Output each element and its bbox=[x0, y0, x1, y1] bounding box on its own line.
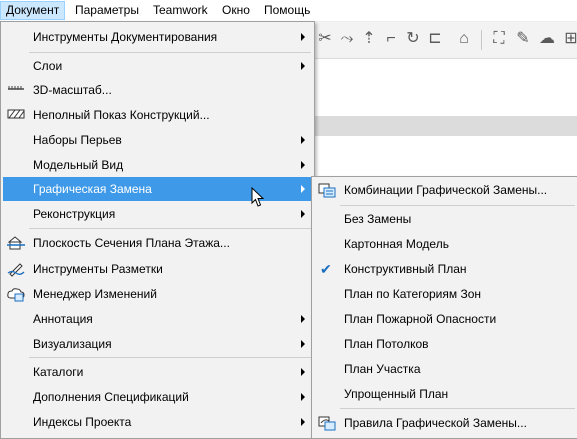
menu-item-partial-structure-display[interactable]: Неполный Показ Конструкций... bbox=[3, 103, 312, 127]
elevate-icon[interactable]: ⇡ bbox=[358, 28, 380, 50]
submenu-arrow-icon bbox=[301, 418, 305, 426]
menu-item-label: Инструменты Разметки bbox=[33, 262, 163, 276]
menu-item-label: План Потолков bbox=[344, 337, 429, 351]
menu-item-pen-sets[interactable]: Наборы Перьев bbox=[3, 128, 312, 152]
3d-scale-icon bbox=[8, 86, 24, 90]
menu-item-renovation[interactable]: Реконструкция bbox=[3, 202, 312, 226]
submenu-item-site-plan[interactable]: План Участка bbox=[314, 357, 576, 381]
menu-item-floor-plan-cut-plane[interactable]: Плоскость Сечения Плана Этажа... bbox=[3, 231, 312, 255]
menu-item-catalogs[interactable]: Каталоги bbox=[3, 360, 312, 384]
menu-item-documentation-tools[interactable]: Инструменты Документирования bbox=[3, 25, 312, 49]
submenu-arrow-icon bbox=[301, 368, 305, 376]
menu-item-label: Упрощенный План bbox=[344, 387, 449, 401]
menu-document[interactable]: Документ bbox=[0, 1, 66, 20]
menu-item-label: Наборы Перьев bbox=[33, 133, 122, 147]
menu-teamwork[interactable]: Teamwork bbox=[148, 2, 213, 19]
submenu-item-override-combinations[interactable]: Комбинации Графической Замены... bbox=[314, 178, 576, 202]
menu-item-label: Реконструкция bbox=[33, 207, 116, 221]
toolbar-separator bbox=[481, 30, 482, 50]
submenu-arrow-icon bbox=[301, 393, 305, 401]
menu-item-layers[interactable]: Слои bbox=[3, 54, 312, 78]
menu-separator bbox=[29, 357, 311, 358]
submenu-arrow-icon bbox=[301, 33, 305, 41]
menu-parameters[interactable]: Параметры bbox=[70, 2, 144, 19]
menu-item-label: Индексы Проекта bbox=[33, 415, 132, 429]
menu-item-label: Картонная Модель bbox=[344, 237, 449, 251]
markup-pen-icon bbox=[7, 263, 25, 277]
menu-item-label: Слои bbox=[33, 59, 63, 73]
menu-item-label: Менеджер Изменений bbox=[33, 287, 157, 301]
submenu-arrow-icon bbox=[301, 315, 305, 323]
menu-item-label: Визуализация bbox=[33, 337, 112, 351]
submenu-item-override-rules[interactable]: Правила Графической Замены... bbox=[314, 411, 576, 435]
menu-item-label: Графическая Замена bbox=[33, 182, 152, 196]
submenu-item-simplified-plan[interactable]: Упрощенный План bbox=[314, 382, 576, 406]
menu-item-label: 3D-масштаб... bbox=[33, 83, 112, 97]
select-icon[interactable]: ⛶ bbox=[488, 28, 510, 50]
submenu-item-cardboard-model[interactable]: Картонная Модель bbox=[314, 232, 576, 256]
checkmark-icon: ✔ bbox=[320, 261, 332, 277]
submenu-arrow-icon bbox=[301, 136, 305, 144]
menu-item-label: План Пожарной Опасности bbox=[344, 312, 497, 326]
menu-item-label: Аннотация bbox=[33, 312, 93, 326]
menu-window[interactable]: Окно bbox=[217, 2, 255, 19]
menu-item-label: Инструменты Документирования bbox=[33, 30, 218, 44]
submenu-item-no-override[interactable]: Без Замены bbox=[314, 207, 576, 231]
menu-item-model-view[interactable]: Модельный Вид bbox=[3, 153, 312, 177]
menu-item-annotation[interactable]: Аннотация bbox=[3, 307, 312, 331]
menu-item-label: Плоскость Сечения Плана Этажа... bbox=[33, 236, 230, 250]
menu-item-label: Комбинации Графической Замены... bbox=[344, 183, 548, 197]
submenu-item-structural-plan[interactable]: ✔ Конструктивный План bbox=[314, 257, 576, 281]
submenu-item-ceiling-plan[interactable]: План Потолков bbox=[314, 332, 576, 356]
trim-icon[interactable]: ⤳ bbox=[336, 28, 358, 50]
menu-item-project-indexes[interactable]: Индексы Проекта bbox=[3, 410, 312, 434]
menu-item-label: Каталоги bbox=[33, 365, 84, 379]
submenu-arrow-icon bbox=[301, 210, 305, 218]
menu-item-markup-tools[interactable]: Инструменты Разметки bbox=[3, 257, 312, 281]
submenu-arrow-icon bbox=[301, 185, 305, 193]
menu-separator bbox=[340, 205, 575, 206]
menu-item-label: Дополнения Спецификаций bbox=[33, 390, 189, 404]
submenu-arrow-icon bbox=[301, 62, 305, 70]
submenu-arrow-icon bbox=[301, 161, 305, 169]
menu-item-label: План по Категориям Зон bbox=[344, 287, 481, 301]
menu-item-label: Неполный Показ Конструкций... bbox=[33, 108, 210, 122]
document-menu: Инструменты Документирования Слои 3D-мас… bbox=[0, 21, 315, 439]
scissors-icon[interactable]: ✂ bbox=[314, 28, 336, 50]
menu-item-label: Модельный Вид bbox=[33, 158, 124, 172]
menu-bar: Документ Параметры Teamwork Окно Помощь bbox=[0, 0, 577, 22]
menu-help[interactable]: Помощь bbox=[259, 2, 315, 19]
partial-structure-icon bbox=[7, 109, 25, 119]
menu-separator bbox=[29, 52, 311, 53]
menu-item-3d-scale[interactable]: 3D-масштаб... bbox=[3, 78, 312, 102]
submenu-item-zone-category-plan[interactable]: План по Категориям Зон bbox=[314, 282, 576, 306]
menu-item-schedule-addons[interactable]: Дополнения Спецификаций bbox=[3, 385, 312, 409]
menu-item-label: Без Замены bbox=[344, 212, 412, 226]
menu-item-visualization[interactable]: Визуализация bbox=[3, 332, 312, 356]
menu-item-label: Конструктивный План bbox=[344, 262, 467, 276]
adjust-icon[interactable]: ↻ bbox=[402, 28, 424, 50]
change-manager-icon[interactable]: ☁ bbox=[536, 28, 558, 50]
menu-item-label: План Участка bbox=[344, 362, 421, 376]
override-rules-icon bbox=[318, 416, 336, 431]
menu-item-label: Правила Графической Замены... bbox=[344, 416, 527, 430]
menu-separator bbox=[29, 228, 311, 229]
menu-item-change-manager[interactable]: Менеджер Изменений bbox=[3, 282, 312, 306]
graphic-override-submenu: Комбинации Графической Замены... Без Зам… bbox=[311, 176, 577, 439]
change-manager-icon bbox=[7, 288, 25, 302]
mouse-cursor-icon bbox=[251, 187, 265, 207]
submenu-arrow-icon bbox=[301, 340, 305, 348]
floor-plan-cut-plane-icon bbox=[7, 236, 25, 250]
menu-separator bbox=[340, 408, 575, 409]
override-combinations-icon bbox=[318, 183, 336, 198]
corner-icon[interactable]: ⌐ bbox=[380, 28, 402, 50]
link-icon[interactable]: ⊞ bbox=[560, 28, 577, 50]
split-icon[interactable]: ⊏ bbox=[424, 28, 446, 50]
markup-icon[interactable]: ✎ bbox=[512, 28, 534, 50]
roof-icon[interactable]: ⌂ bbox=[453, 28, 475, 50]
submenu-item-fire-safety-plan[interactable]: План Пожарной Опасности bbox=[314, 307, 576, 331]
menu-item-graphic-override[interactable]: Графическая Замена bbox=[3, 177, 312, 201]
